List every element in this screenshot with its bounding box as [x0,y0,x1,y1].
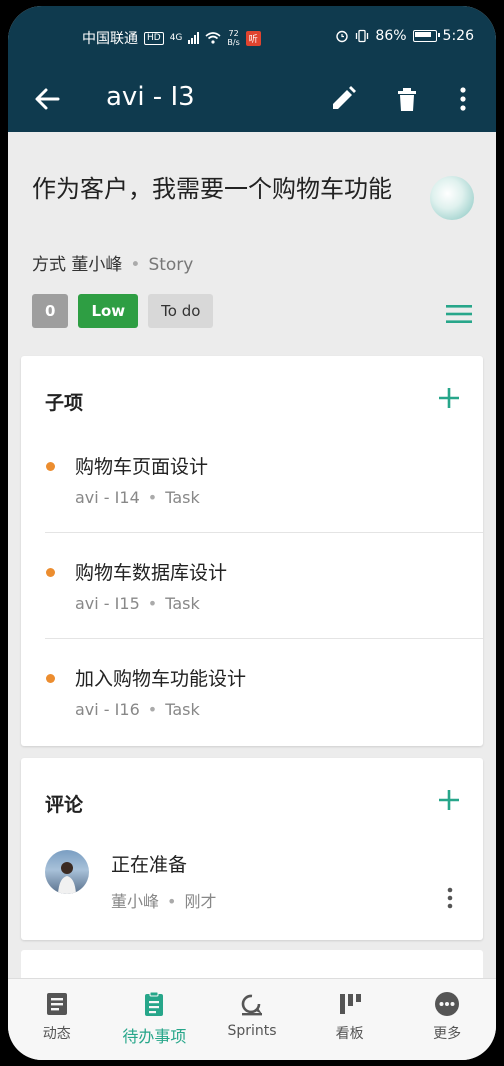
notification-app-icon: 听 [245,30,261,46]
status-bullet [46,462,55,471]
net-speed-value: 72 [228,29,239,38]
delete-trash-icon[interactable] [392,84,422,114]
app-bar: avi - I3 [8,64,496,132]
status-bullet [46,674,55,683]
subitem-name: 加入购物车功能设计 [75,668,247,690]
divider [45,638,483,639]
network-type: 4G [169,33,183,43]
comment-time: 刚才 [184,892,217,911]
nav-label: 更多 [433,1026,462,1042]
separator-dot: • [147,488,158,507]
phone-screen: 中国联通 HD 4G 72 B/s 听 86% 5:26 avi - I3 作为客… [8,6,496,1060]
back-arrow-icon[interactable] [32,84,62,114]
net-speed: 72 B/s [227,29,239,47]
subitem-name: 购物车数据库设计 [75,562,228,584]
status-bar: 中国联通 HD 4G 72 B/s 听 86% 5:26 [8,6,496,64]
activity-icon [46,993,67,1015]
comments-heading: 评论 [45,794,84,816]
comment-more-icon[interactable] [447,886,453,910]
divider [45,532,483,533]
subitem-type: Task [165,700,200,719]
subitem-row[interactable]: 购物车页面设计 avi - I14 • Task [21,432,483,538]
nav-more[interactable]: 更多 [398,979,496,1060]
sprints-icon [241,994,262,1016]
add-subitem-plus-icon[interactable] [437,386,461,410]
subitem-key: avi - I16 [75,700,140,719]
subitem-row[interactable]: 购物车数据库设计 avi - I15 • Task [21,538,483,644]
commenter-avatar[interactable] [45,850,89,894]
separator-dot: • [147,594,158,613]
comment-meta: 董小峰 • 刚才 [111,888,216,912]
issue-header: 作为客户，我需要一个购物车功能 方式 董小峰 • Story 0 Low To do [8,132,496,350]
comment-text: 正在准备 [111,854,188,876]
more-icon [435,992,460,1016]
battery-icon [412,30,440,42]
subitem-name: 购物车页面设计 [75,456,209,478]
status-bullet [46,568,55,577]
subitem-meta: avi - I16 • Task [75,700,200,719]
comments-card: 评论 正在准备 董小峰 • 刚才 [21,758,483,940]
issue-title: 作为客户，我需要一个购物车功能 [32,175,392,203]
issue-meta: 方式 董小峰 • Story [32,250,193,275]
nav-label: 动态 [42,1026,71,1042]
issue-chips: 0 Low To do [32,294,214,328]
nav-label: 看板 [335,1026,364,1042]
subitem-meta: avi - I14 • Task [75,488,200,507]
alarm-icon [336,30,349,43]
nav-board[interactable]: 看板 [301,979,399,1060]
battery-percent: 86% [375,28,407,44]
status-right: 86% 5:26 [335,28,474,44]
separator-dot: • [130,255,141,275]
subitems-card: 子项 购物车页面设计 avi - I14 • Task 购物车数据库设计 avi -… [21,356,483,746]
priority-chip[interactable]: Low [78,294,139,328]
comment-author: 董小峰 [111,892,160,911]
subitem-type: Task [165,488,200,507]
subitem-key: avi - I14 [75,488,140,507]
app-bar-title: avi - I3 [106,82,195,112]
nav-label: Sprints [227,1023,277,1039]
details-menu-icon[interactable] [446,304,472,324]
backlog-clipboard-icon [145,991,164,1016]
clock: 5:26 [442,28,474,44]
nav-activity[interactable]: 动态 [8,979,106,1060]
carrier-label: 中国联通 [82,31,138,47]
assignee-avatar[interactable] [430,176,474,220]
add-comment-plus-icon[interactable] [437,788,461,812]
edit-pencil-icon[interactable] [328,84,358,114]
subitem-type: Task [165,594,200,613]
wifi-icon [205,32,221,44]
net-speed-unit: B/s [227,38,240,47]
status-chip[interactable]: To do [148,294,214,328]
story-points-chip[interactable]: 0 [32,294,69,328]
reporter-prefix: 方式 [32,255,66,275]
hd-badge: HD [144,31,164,45]
overflow-menu-icon[interactable] [448,84,478,114]
signal-icon [188,32,200,44]
separator-dot: • [167,892,177,911]
vibrate-icon [356,29,369,43]
subitem-key: avi - I15 [75,594,140,613]
status-left: 中国联通 HD 4G 72 B/s 听 [82,28,261,48]
subitem-row[interactable]: 加入购物车功能设计 avi - I16 • Task [21,644,483,750]
nav-backlog[interactable]: 待办事项 [106,979,204,1060]
person-photo-icon [58,862,76,894]
issue-type: Story [148,255,194,275]
subitem-meta: avi - I15 • Task [75,594,200,613]
bottom-navigation: 动态 待办事项 Sprints 看板 更多 [8,978,496,1060]
subitems-heading: 子项 [45,392,84,414]
board-icon [339,994,361,1014]
reporter-name: 董小峰 [71,255,123,275]
nav-sprints[interactable]: Sprints [203,979,301,1060]
nav-label: 待办事项 [122,1027,187,1046]
separator-dot: • [147,700,158,719]
